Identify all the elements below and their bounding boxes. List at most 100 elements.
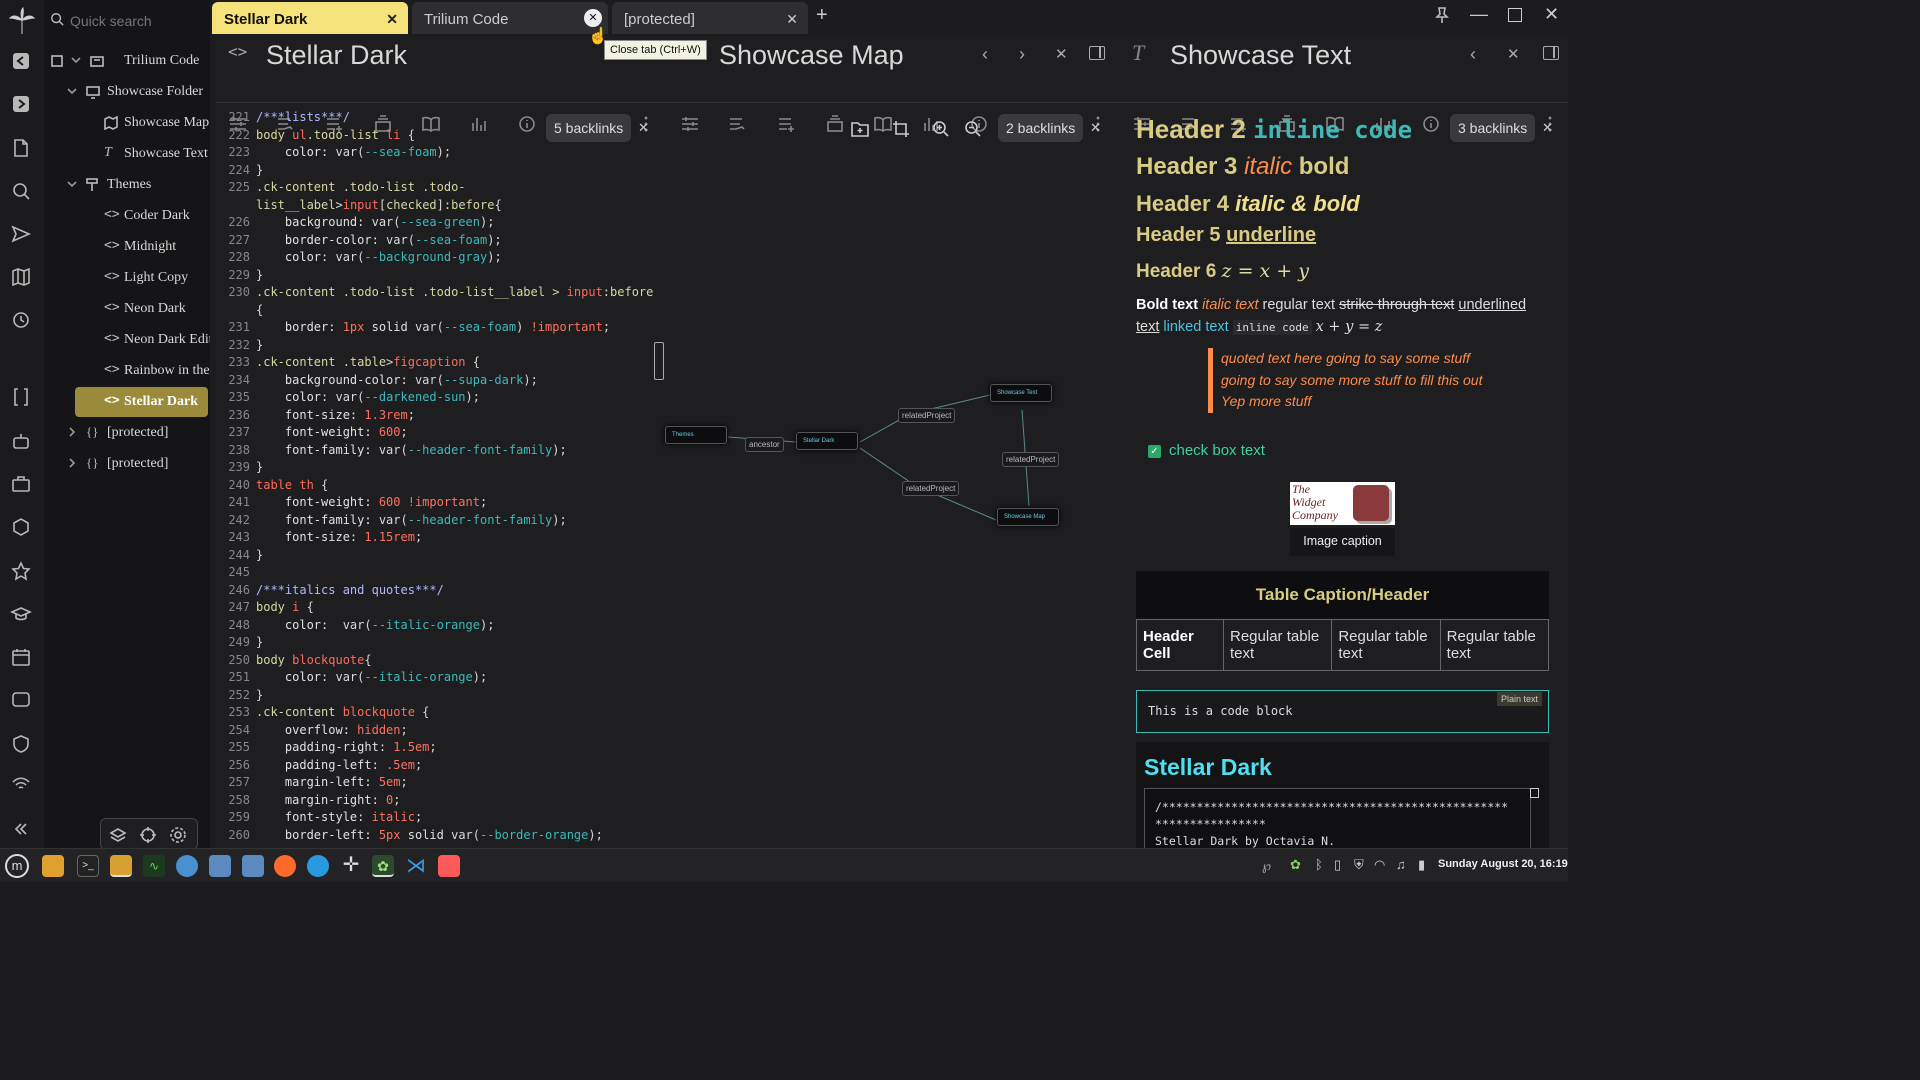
tree-item-neon-dark-edit[interactable]: <> Neon Dark Edit [44, 325, 210, 355]
code-line[interactable]: 250 body blockquote{ [220, 652, 653, 670]
code-line[interactable]: 229} [220, 267, 653, 285]
wifi-tray-icon[interactable]: ◠ [1374, 857, 1385, 873]
toolbox-icon[interactable] [10, 473, 32, 495]
chevron-down-icon[interactable] [66, 85, 78, 97]
sidebar-toggle-icon[interactable] [1543, 46, 1559, 60]
code-line[interactable]: 241 font-weight: 600 !important; [220, 494, 653, 512]
close-icon[interactable]: ✕ [786, 11, 798, 28]
tree-item-protected-2[interactable]: {} [protected] [44, 449, 210, 479]
map-node-showcase-map[interactable]: Showcase Map [997, 508, 1059, 526]
code-line[interactable]: 226 background: var(--sea-green); [220, 214, 653, 232]
camera-icon[interactable] [242, 855, 264, 877]
code-line[interactable]: 255 padding-right: 1.5em; [220, 739, 653, 757]
code-line[interactable]: 247 body i { [220, 599, 653, 617]
close-window-button[interactable]: ✕ [1544, 4, 1559, 25]
shield-tray-icon[interactable]: ⛨ [1354, 857, 1364, 873]
chevron-right-icon[interactable] [66, 457, 78, 469]
code-line[interactable]: 223 color: var(--sea-foam); [220, 144, 653, 162]
close-icon[interactable]: ✕ [1542, 120, 1553, 136]
back-in-history-icon[interactable] [10, 50, 32, 72]
backlinks-badge[interactable]: 3 backlinks [1450, 114, 1536, 142]
close-split-icon[interactable]: ✕ [1507, 45, 1520, 63]
file-manager-icon[interactable] [110, 855, 132, 877]
compass-icon[interactable] [307, 855, 329, 877]
bluetooth-icon[interactable]: ᛒ [1315, 857, 1323, 872]
tree-item-trilium-code[interactable]: Trilium Code [44, 46, 210, 76]
note-title[interactable]: Showcase Text [1170, 40, 1351, 71]
firefox-icon[interactable] [274, 855, 296, 877]
graduation-cap-icon[interactable] [10, 603, 32, 625]
resize-handle[interactable] [654, 342, 664, 380]
image-logo[interactable]: The Widget Company [1290, 482, 1395, 525]
code-line[interactable]: 235 color: var(--darkened-sun); [220, 389, 653, 407]
collapse-launcher-icon[interactable] [10, 818, 32, 840]
tree-item-showcase-map[interactable]: Showcase Map [44, 108, 210, 138]
code-line[interactable]: 244} [220, 547, 653, 565]
chevron-left-icon[interactable]: ‹ [1470, 44, 1476, 65]
bot-icon[interactable] [10, 430, 32, 452]
code-line[interactable]: 251 color: var(--italic-orange); [220, 669, 653, 687]
tree-item-neon-dark[interactable]: <> Neon Dark [44, 294, 210, 324]
code-block[interactable]: Plain text This is a code block [1136, 690, 1549, 733]
code-line[interactable]: 248 color: var(--italic-orange); [220, 617, 653, 635]
tray-p-icon[interactable]: ℘ [1262, 858, 1271, 874]
tree-item-protected-1[interactable]: {} [protected] [44, 418, 210, 448]
jump-to-note-icon[interactable] [10, 223, 32, 245]
shield-icon[interactable] [10, 733, 32, 755]
code-line[interactable]: 253 .ck-content blockquote { [220, 704, 653, 722]
code-line[interactable]: 224} [220, 162, 653, 180]
link-text[interactable]: linked text [1163, 319, 1228, 335]
code-line[interactable]: 238 font-family: var(--header-font-famil… [220, 442, 653, 460]
code-line[interactable]: 231 border: 1px solid var(--sea-foam) !i… [220, 319, 653, 337]
chevron-down-icon[interactable] [66, 178, 78, 190]
maximize-button[interactable] [1508, 8, 1522, 22]
image-viewer-icon[interactable] [438, 855, 460, 877]
new-note-icon[interactable] [10, 137, 32, 159]
code-editor[interactable]: 221/***lists***/222 body ul.todo-list li … [220, 109, 653, 844]
files-folder-icon[interactable] [42, 855, 64, 877]
bookmark-star-icon[interactable] [10, 560, 32, 582]
code-line[interactable]: 232} [220, 337, 653, 355]
layers-icon[interactable] [109, 826, 127, 844]
code-line[interactable]: 245 [220, 564, 653, 582]
code-line[interactable]: 233 .ck-content .table>figcaption { [220, 354, 653, 372]
note-title[interactable]: Stellar Dark [266, 40, 407, 71]
code-line[interactable]: 230 .ck-content .todo-list .todo-list__la… [220, 284, 653, 302]
map-node-themes[interactable]: Themes [665, 426, 727, 444]
code-language-badge[interactable]: Plain text [1496, 692, 1542, 706]
crosshair-icon[interactable] [139, 826, 157, 844]
code-line[interactable]: 227 border-color: var(--sea-foam); [220, 232, 653, 250]
gear-icon[interactable] [169, 826, 187, 844]
tree-item-rainbow[interactable]: <> Rainbow in the [44, 356, 210, 386]
code-line[interactable]: 249} [220, 634, 653, 652]
chevron-down-icon[interactable] [70, 54, 82, 66]
code-line[interactable]: 243 font-size: 1.15rem; [220, 529, 653, 547]
vscode-icon[interactable]: ⋊ [405, 855, 427, 877]
screenshot-icon[interactable] [209, 855, 231, 877]
trilium-logo-icon[interactable] [6, 6, 38, 38]
system-monitor-icon[interactable]: ∿ [143, 855, 165, 877]
included-note-title[interactable]: Stellar Dark [1144, 754, 1272, 781]
browser-icon[interactable] [176, 855, 198, 877]
code-line[interactable]: 254 overflow: hidden; [220, 722, 653, 740]
code-line[interactable]: 236 font-size: 1.3rem; [220, 407, 653, 425]
table-cell[interactable]: Regular table text [1439, 619, 1550, 671]
audio-icon[interactable]: ♫ [1396, 857, 1406, 872]
search-icon[interactable] [10, 180, 32, 202]
tree-item-showcase-text[interactable]: T Showcase Text [44, 139, 210, 169]
info-icon[interactable] [1421, 114, 1441, 134]
tab-trilium-code[interactable]: Trilium Code ✕ [412, 2, 608, 34]
wifi-icon[interactable] [10, 773, 32, 795]
tab-stellar-dark[interactable]: Stellar Dark ✕ [212, 2, 408, 34]
tree-item-midnight[interactable]: <> Midnight [44, 232, 210, 262]
code-line[interactable]: 242 font-family: var(--header-font-famil… [220, 512, 653, 530]
close-icon[interactable]: ✕ [584, 9, 602, 27]
terminal-icon[interactable]: >_ [77, 855, 99, 877]
tray-trilium-icon[interactable]: ✿ [1290, 857, 1301, 873]
code-line[interactable]: 258 margin-right: 0; [220, 792, 653, 810]
trilium-taskbar-icon[interactable]: ✿ [372, 855, 394, 877]
forward-in-history-icon[interactable] [10, 93, 32, 115]
tree-item-stellar-dark[interactable]: <> Stellar Dark [75, 387, 208, 417]
tab-protected[interactable]: [protected] ✕ [612, 2, 808, 34]
code-line[interactable]: 257 margin-left: 5em; [220, 774, 653, 792]
